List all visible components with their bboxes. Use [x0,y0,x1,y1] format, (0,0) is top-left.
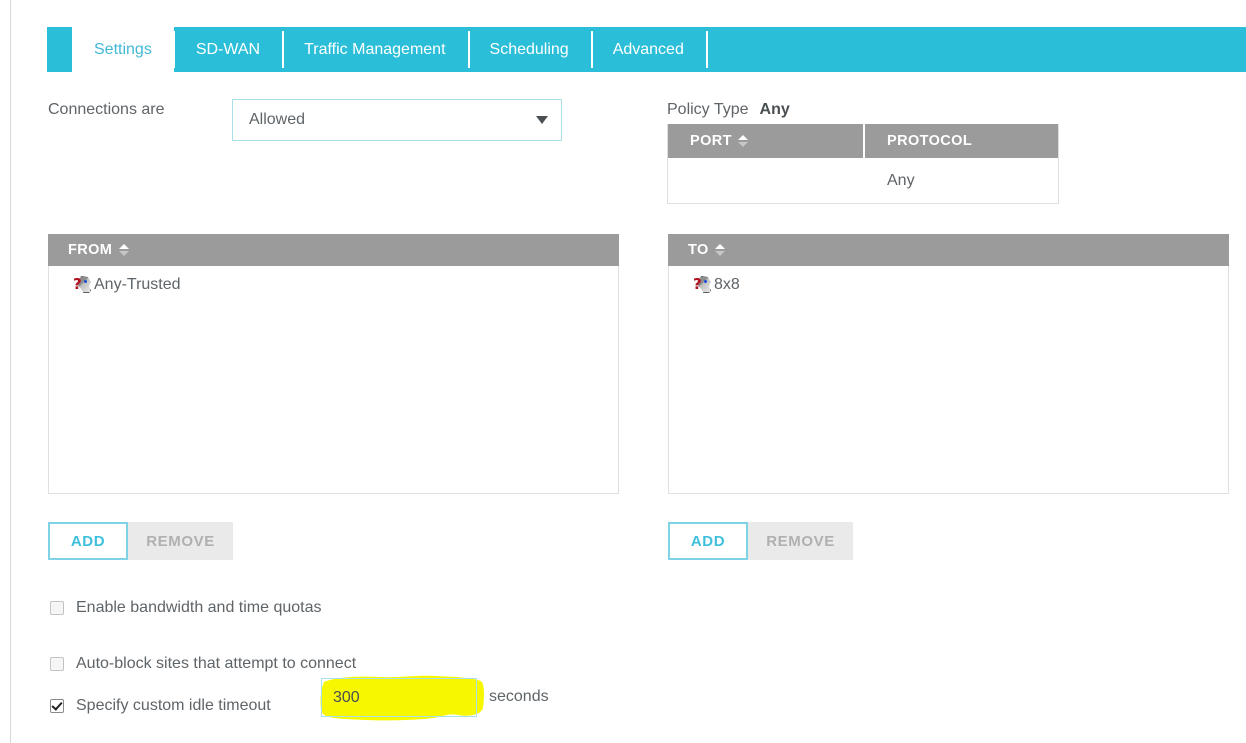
column-header-port[interactable]: PORT [668,124,865,158]
list-item-label: Any-Trusted [94,275,181,293]
port-protocol-table: PORT PROTOCOL Any [667,124,1059,204]
idle-timeout-value: 300 [333,688,360,706]
to-panel-title: TO [688,242,709,258]
from-remove-button[interactable]: REMOVE [128,522,233,560]
from-panel-list: ? Any-Trusted [48,266,619,494]
port-protocol-table-header: PORT PROTOCOL [668,124,1058,158]
connections-are-select[interactable]: Allowed [232,99,562,141]
connections-are-label: Connections are [48,101,165,118]
chevron-down-icon [536,116,548,124]
to-panel-buttons: ADD REMOVE [668,522,853,560]
tab-bar-filler [705,27,1246,72]
idle-timeout-option-row: Specify custom idle timeout [50,697,271,715]
to-remove-button[interactable]: REMOVE [748,522,853,560]
policy-type: Policy Type Any [667,101,790,119]
idle-timeout-checkbox[interactable] [50,699,64,713]
from-add-button[interactable]: ADD [48,522,128,560]
tab-traffic-management[interactable]: Traffic Management [282,27,467,72]
to-panel: TO ? 8x8 [668,234,1229,494]
autoblock-label: Auto-block sites that attempt to connect [76,655,357,672]
quota-checkbox[interactable] [50,601,64,615]
table-row[interactable]: Any [668,158,1058,203]
to-panel-header[interactable]: TO [668,234,1229,266]
unknown-host-icon: ? [693,275,712,294]
tab-traffic-management-label: Traffic Management [304,40,446,58]
list-item[interactable]: ? Any-Trusted [49,266,618,294]
tab-sd-wan[interactable]: SD-WAN [172,27,282,72]
sort-arrows-icon [738,135,749,147]
left-gutter-rule [10,0,11,743]
policy-type-value: Any [759,101,790,118]
from-panel-header[interactable]: FROM [48,234,619,266]
from-panel-title: FROM [68,242,113,258]
list-item[interactable]: ? 8x8 [669,266,1228,294]
tab-sd-wan-label: SD-WAN [195,40,261,58]
tab-scheduling[interactable]: Scheduling [467,27,591,72]
sort-arrows-icon [715,244,726,256]
unknown-host-icon: ? [73,275,92,294]
sort-arrows-icon [118,244,129,256]
policy-type-label: Policy Type [667,101,749,118]
autoblock-option-row: Auto-block sites that attempt to connect [50,655,356,673]
tab-scheduling-label: Scheduling [489,40,569,58]
connections-are-value: Allowed [249,111,306,128]
cell-protocol: Any [887,171,915,189]
tab-advanced[interactable]: Advanced [590,27,706,72]
column-header-protocol-label: PROTOCOL [887,133,973,149]
tab-bar: Settings SD-WAN Traffic Management Sched… [47,27,1246,72]
column-header-protocol[interactable]: PROTOCOL [865,124,1058,158]
idle-timeout-label: Specify custom idle timeout [76,697,271,714]
autoblock-checkbox[interactable] [50,657,64,671]
tab-settings-label: Settings [94,40,152,58]
tab-settings[interactable]: Settings [72,27,174,72]
tab-advanced-label: Advanced [612,40,684,58]
quota-option-row: Enable bandwidth and time quotas [50,599,322,617]
seconds-unit-label: seconds [489,688,549,705]
from-panel-buttons: ADD REMOVE [48,522,233,560]
quota-label: Enable bandwidth and time quotas [76,599,322,616]
from-panel: FROM ? Any-Trusted [48,234,619,494]
list-item-label: 8x8 [714,275,740,293]
idle-timeout-input[interactable]: 300 [321,678,477,717]
column-header-port-label: PORT [690,133,732,149]
to-panel-list: ? 8x8 [668,266,1229,494]
to-add-button[interactable]: ADD [668,522,748,560]
